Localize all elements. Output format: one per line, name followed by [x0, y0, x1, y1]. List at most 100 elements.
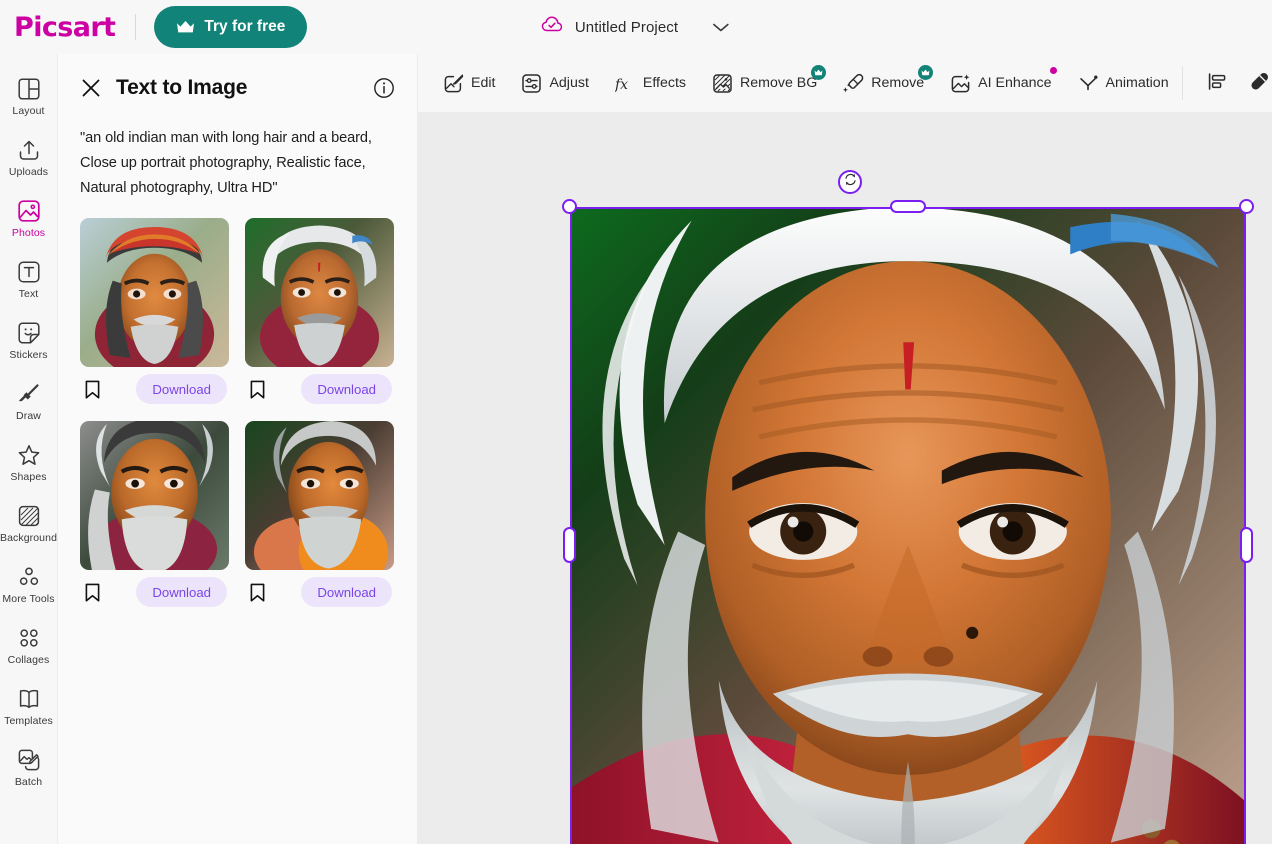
sidebar-item-text[interactable]: Text [0, 249, 57, 310]
crown-icon [176, 20, 195, 34]
result-actions: Download [80, 367, 229, 411]
resize-handle-left[interactable] [563, 527, 576, 563]
eraser-icon [1249, 71, 1270, 95]
sidebar-item-label: Text [18, 288, 39, 301]
sidebar-item-background[interactable]: Background [0, 493, 58, 554]
resize-handle-top-right[interactable] [1239, 199, 1254, 214]
tool-label: Edit [471, 75, 496, 91]
bookmark-icon[interactable] [247, 582, 268, 603]
result-thumbnail-1[interactable] [80, 218, 229, 367]
try-for-free-button[interactable]: Try for free [154, 6, 308, 48]
sidebar-item-label: Templates [4, 715, 53, 728]
resize-handle-top[interactable] [890, 200, 926, 213]
sidebar-item-layout[interactable]: Layout [0, 66, 57, 127]
more-tools-icon [16, 564, 42, 590]
info-icon[interactable] [373, 77, 395, 99]
sidebar-item-collages[interactable]: Collages [0, 615, 57, 676]
resize-handle-top-left[interactable] [562, 199, 577, 214]
batch-icon [16, 747, 42, 773]
effects-fx-icon: fx [615, 73, 636, 94]
sidebar-item-more-tools[interactable]: More Tools [0, 554, 57, 615]
bookmark-icon[interactable] [247, 379, 268, 400]
result-actions: Download [80, 570, 229, 614]
tool-effects[interactable]: fx Effects [604, 64, 697, 102]
result-thumbnail-2[interactable] [245, 218, 394, 367]
header-divider [135, 14, 137, 40]
tool-label: Animation [1105, 75, 1169, 91]
sidebar-item-label: Photos [11, 227, 46, 240]
sidebar-item-shapes[interactable]: Shapes [0, 432, 57, 493]
result-actions: Download [245, 570, 394, 614]
remove-eraser-icon [843, 73, 864, 94]
download-button[interactable]: Download [301, 374, 392, 404]
sidebar-item-photos[interactable]: Photos [0, 188, 57, 249]
sidebar-item-batch[interactable]: Batch [0, 737, 57, 798]
tool-remove[interactable]: Remove [832, 64, 935, 102]
tool-label: AI Enhance [978, 75, 1052, 91]
picsart-logo[interactable]: Picsart [14, 12, 116, 43]
align-icon [1207, 71, 1228, 95]
selected-layer[interactable] [562, 170, 1254, 844]
text-to-image-panel: Text to Image "an old indian man with lo… [58, 54, 418, 844]
sidebar-item-label: Draw [16, 410, 41, 423]
tool-animation[interactable]: Animation [1067, 64, 1180, 102]
prompt-text: "an old indian man with long hair and a … [80, 130, 372, 196]
collages-icon [16, 625, 42, 651]
ai-enhance-icon [950, 73, 971, 94]
toolbar-tools: Edit Adjust fx Effects Remove BG Remove … [418, 64, 1182, 102]
toolbar-right-icons [1181, 64, 1272, 102]
tool-label: Remove BG [740, 75, 818, 91]
results-grid: Download Download Download Download [80, 218, 395, 614]
photos-icon [16, 198, 42, 224]
result-item: Download [80, 421, 229, 614]
sidebar-item-templates[interactable]: Templates [0, 676, 57, 737]
sticker-icon [16, 320, 42, 346]
sidebar-item-label: Layout [12, 105, 45, 118]
sidebar-item-label: More Tools [2, 593, 55, 606]
panel-title: Text to Image [116, 76, 248, 99]
tool-ai-enhance[interactable]: AI Enhance [939, 64, 1062, 102]
sidebar-item-draw[interactable]: Draw [0, 371, 57, 432]
new-dot-badge [1049, 67, 1057, 74]
premium-crown-badge [811, 65, 827, 80]
tool-remove-bg[interactable]: Remove BG [701, 64, 828, 102]
star-icon [16, 442, 42, 468]
sidebar-item-label: Background [0, 532, 58, 545]
bookmark-icon[interactable] [82, 582, 103, 603]
tool-adjust[interactable]: Adjust [510, 64, 599, 102]
left-sidebar: Layout Uploads Photos Text Stickers Draw… [0, 54, 58, 844]
canvas-toolbar: Edit Adjust fx Effects Remove BG Remove … [418, 54, 1272, 112]
download-button[interactable]: Download [301, 577, 392, 607]
sidebar-item-label: Stickers [9, 349, 48, 362]
adjust-icon [521, 73, 542, 94]
workspace: Edit Adjust fx Effects Remove BG Remove … [418, 54, 1272, 844]
try-for-free-label: Try for free [204, 18, 286, 35]
download-button[interactable]: Download [136, 374, 227, 404]
result-item: Download [245, 218, 394, 411]
canvas-area[interactable] [418, 112, 1272, 844]
rotate-icon [844, 173, 857, 191]
align-button[interactable] [1199, 64, 1237, 102]
canvas-image[interactable] [570, 207, 1246, 844]
text-icon [16, 259, 42, 285]
tool-edit[interactable]: Edit [432, 64, 506, 102]
sidebar-item-stickers[interactable]: Stickers [0, 310, 57, 371]
rotate-handle[interactable] [838, 170, 862, 194]
sidebar-item-label: Shapes [10, 471, 47, 484]
download-button[interactable]: Download [136, 577, 227, 607]
result-actions: Download [245, 367, 394, 411]
project-title-menu[interactable]: Untitled Project [541, 15, 731, 39]
sidebar-item-uploads[interactable]: Uploads [0, 127, 57, 188]
tool-label: Adjust [549, 75, 589, 91]
animation-icon [1078, 73, 1099, 94]
resize-handle-right[interactable] [1240, 527, 1253, 563]
result-thumbnail-4[interactable] [245, 421, 394, 570]
edit-icon [443, 73, 464, 94]
bookmark-icon[interactable] [82, 379, 103, 400]
result-thumbnail-3[interactable] [80, 421, 229, 570]
eraser-button[interactable] [1241, 64, 1272, 102]
background-icon [16, 503, 42, 529]
close-icon[interactable] [80, 77, 102, 99]
chevron-down-icon[interactable] [711, 21, 731, 33]
tool-label: Effects [642, 75, 687, 91]
